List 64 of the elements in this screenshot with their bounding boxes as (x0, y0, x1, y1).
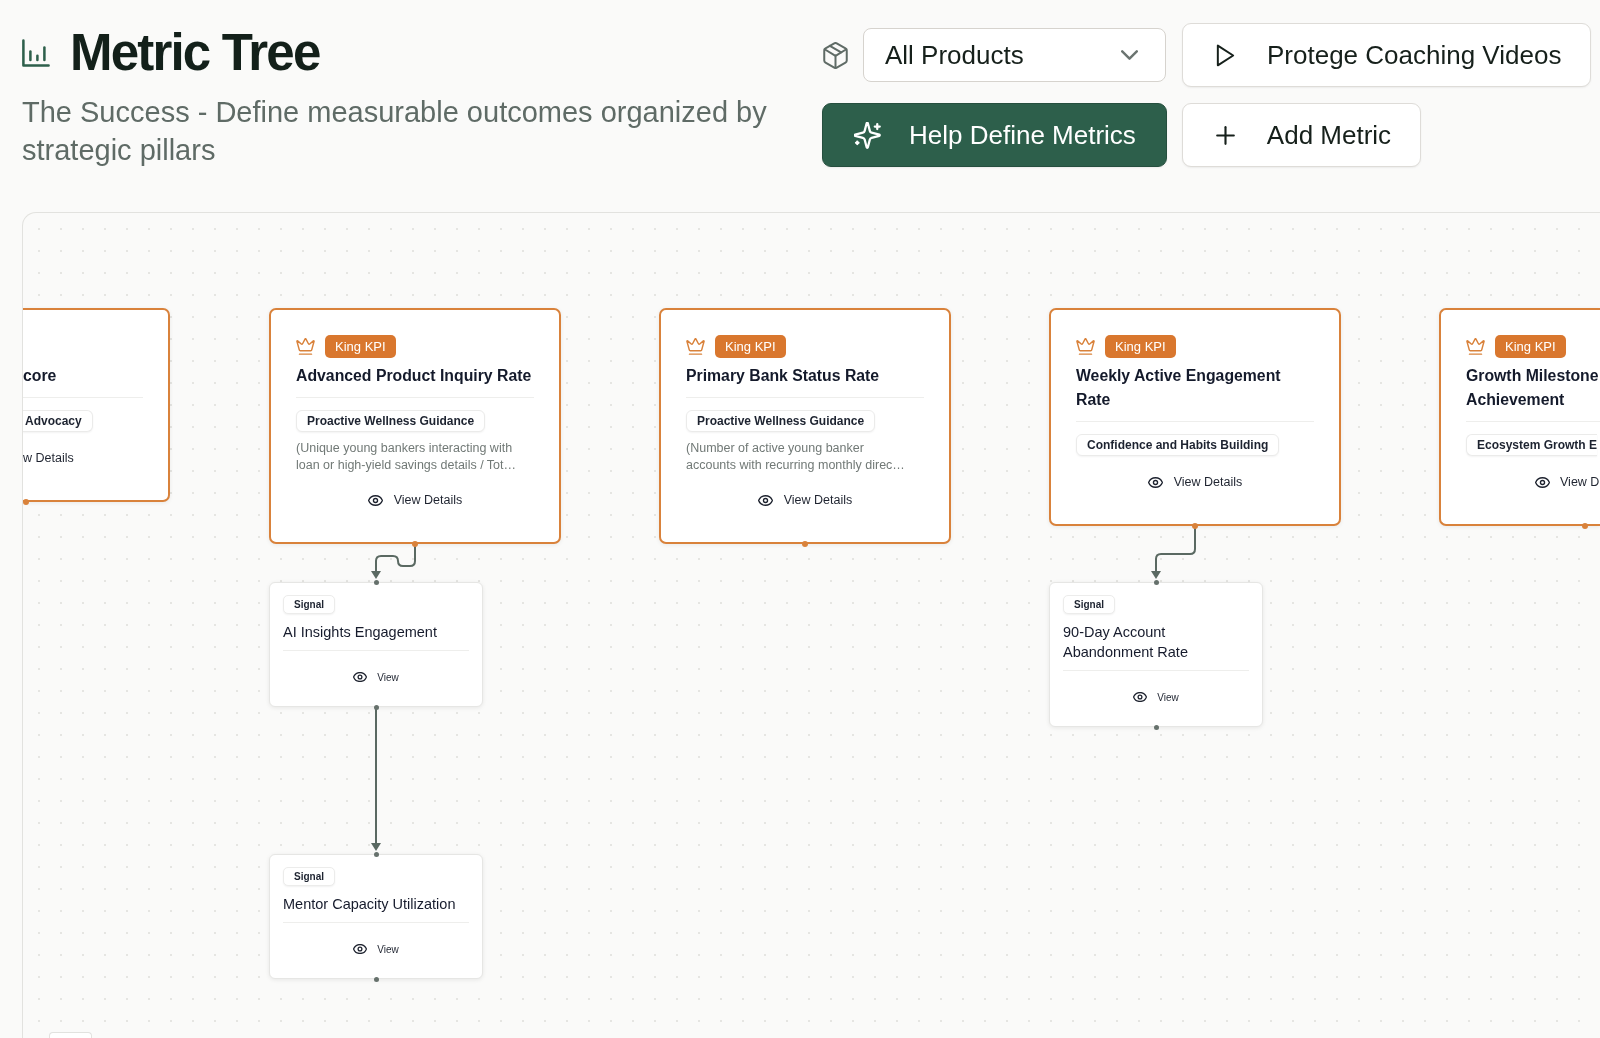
eye-icon (1133, 692, 1148, 702)
crown-icon (1076, 338, 1095, 355)
metric-title: Advanced Product Inquiry Rate (296, 366, 533, 386)
eye-icon (1535, 476, 1550, 488)
view-details-button[interactable]: View Details (367, 490, 463, 510)
signal-badge: Signal (283, 867, 335, 886)
metric-title: Mentor Capacity Utilization (283, 895, 457, 914)
kpi-badge: King KPI (1495, 335, 1566, 358)
metric-title: Growth Milestone Achievement (1466, 366, 1600, 410)
handle-dot-icon[interactable] (23, 499, 29, 505)
metric-title: 90-Day Account Abandonment Rate (1063, 623, 1189, 662)
eye-icon (1147, 476, 1163, 488)
page-subtitle: The Success - Define measurable outcomes organized by strategic pillars (22, 95, 768, 168)
metric-title: core (23, 366, 58, 386)
view-button[interactable]: View (353, 940, 399, 958)
handle-dot-icon[interactable] (1192, 523, 1198, 529)
eye-icon (353, 944, 368, 954)
product-select[interactable]: All Products (863, 28, 1166, 82)
handle-dot-icon[interactable] (412, 541, 418, 547)
handle-dot-icon[interactable] (1153, 724, 1159, 730)
view-details-button[interactable]: View Details (1147, 472, 1243, 492)
handle-dot-icon[interactable] (1582, 523, 1588, 529)
handle-dot-icon[interactable] (373, 704, 379, 710)
play-icon (1216, 43, 1235, 67)
help-define-metrics-button[interactable]: Help Define Metrics (822, 103, 1167, 167)
signal-badge: Signal (1063, 595, 1115, 614)
cube-icon (823, 41, 848, 69)
metric-title: Weekly Active Engagement Rate (1076, 366, 1282, 410)
metric-title: AI Insights Engagement (283, 623, 438, 642)
view-details-button[interactable]: View Details (757, 490, 853, 510)
handle-dot-icon[interactable] (373, 851, 379, 857)
pillar-tag: Confidence and Habits Building (1076, 434, 1280, 456)
eye-icon (757, 494, 773, 506)
eye-icon (367, 494, 383, 506)
kpi-badge: King KPI (1105, 335, 1176, 358)
sparkle-icon (854, 121, 881, 149)
pillar-tag: Proactive Wellness Guidance (296, 410, 486, 432)
pillar-tag: Advocacy (23, 410, 93, 432)
pillar-tag: Ecosystem Growth E (1466, 434, 1598, 456)
kpi-badge: King KPI (325, 335, 396, 358)
handle-dot-icon[interactable] (373, 579, 379, 585)
eye-icon (353, 672, 368, 682)
add-metric-button[interactable]: Add Metric (1181, 103, 1422, 167)
coaching-videos-button[interactable]: Protege Coaching Videos (1182, 23, 1592, 87)
crown-icon (296, 338, 315, 355)
handle-dot-icon[interactable] (802, 541, 808, 547)
metric-title: Primary Bank Status Rate (686, 366, 881, 386)
view-button[interactable]: View (353, 668, 399, 686)
bar-chart-icon (22, 39, 50, 67)
metric-description: (Unique young bankers interacting with loan or high-yield savings details / Tot… (296, 440, 518, 474)
handle-dot-icon[interactable] (1153, 579, 1159, 585)
handle-dot-icon[interactable] (373, 976, 379, 982)
pillar-tag: Proactive Wellness Guidance (686, 410, 876, 432)
crown-icon (686, 338, 705, 355)
kpi-badge: King KPI (715, 335, 786, 358)
plus-icon (1215, 125, 1235, 145)
signal-badge: Signal (283, 595, 335, 614)
crown-icon (1466, 338, 1485, 355)
chevron-down-icon (1121, 50, 1138, 60)
metric-description: (Number of active young banker accounts with recurring monthly direc… (686, 440, 906, 474)
page-title: Metric Tree (70, 23, 320, 83)
view-details-button[interactable]: w Details (23, 448, 74, 468)
view-details-button[interactable]: View D (1535, 472, 1600, 492)
view-button[interactable]: View (1133, 688, 1179, 706)
